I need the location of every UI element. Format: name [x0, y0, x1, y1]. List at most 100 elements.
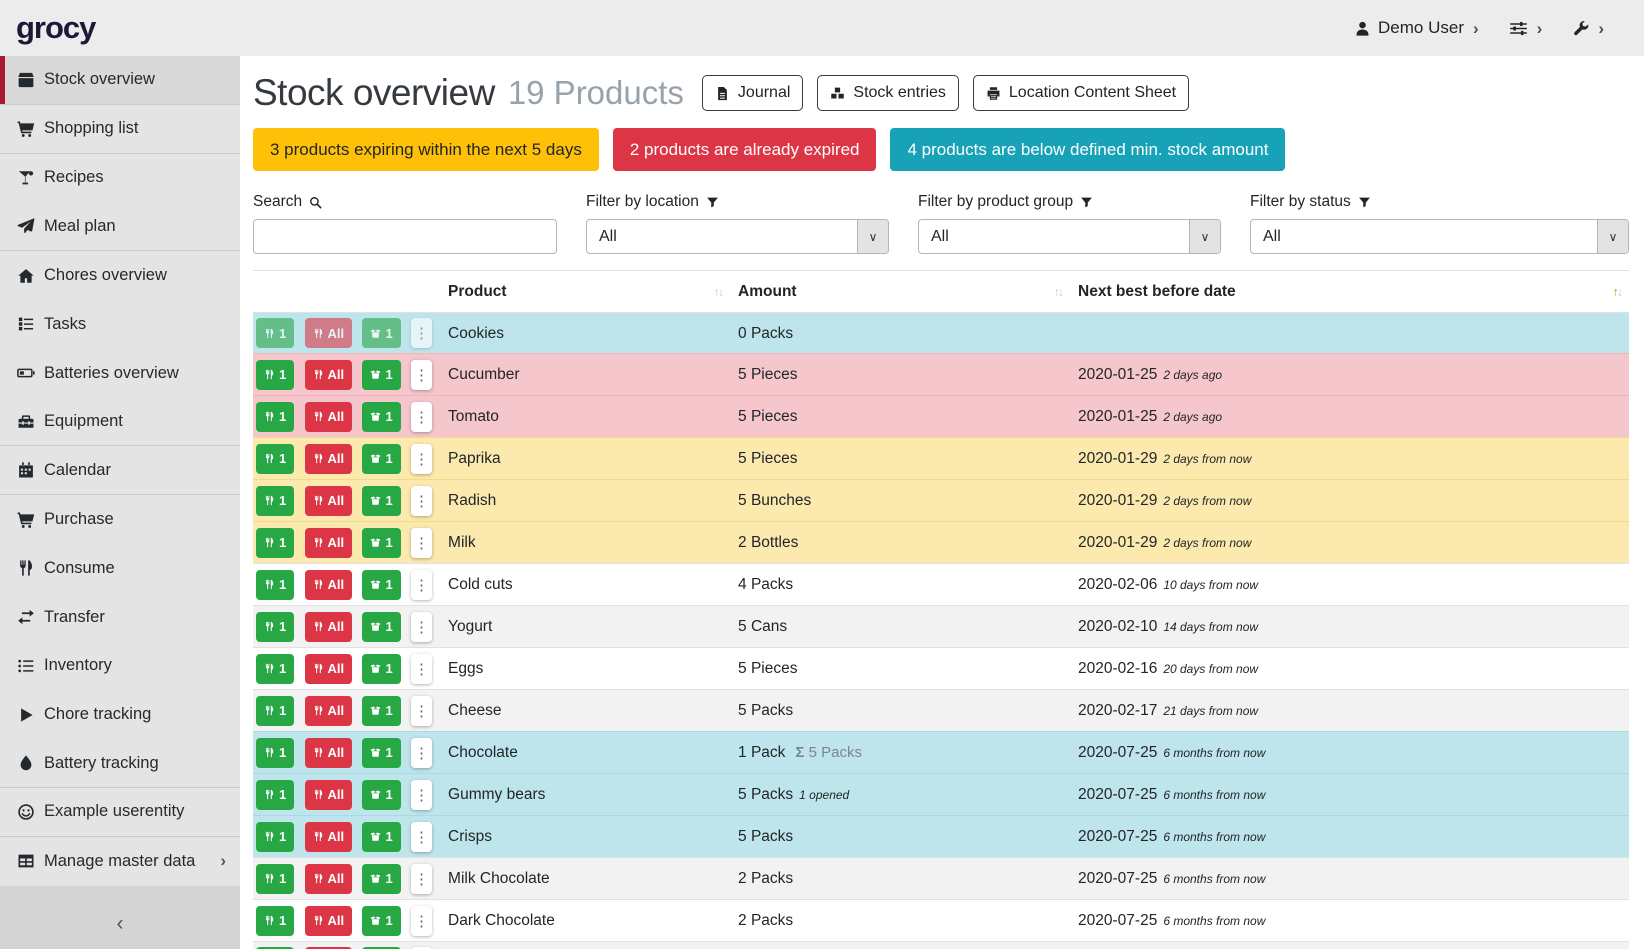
app-logo[interactable]: grocy: [16, 10, 95, 46]
row-menu-button[interactable]: ⋮: [411, 696, 432, 726]
row-menu-button[interactable]: ⋮: [411, 738, 432, 768]
sidebar-item-tasks[interactable]: Tasks: [0, 300, 240, 349]
row-menu-button[interactable]: ⋮: [411, 780, 432, 810]
row-menu-button[interactable]: ⋮: [411, 486, 432, 516]
row-menu-button[interactable]: ⋮: [411, 822, 432, 852]
search-filter: Search: [253, 193, 557, 254]
below-min-stock-banner[interactable]: 4 products are below defined min. stock …: [890, 128, 1285, 171]
open-one-button[interactable]: 1: [362, 318, 400, 348]
row-menu-button[interactable]: ⋮: [411, 528, 432, 558]
consume-one-button[interactable]: 1: [256, 318, 294, 348]
settings-menu[interactable]: ›: [1509, 19, 1543, 38]
consume-one-button[interactable]: 1: [256, 402, 294, 432]
sidebar-item-chores-overview[interactable]: Chores overview: [0, 251, 240, 300]
open-one-button[interactable]: 1: [362, 444, 400, 474]
product-cell: Chocolate: [440, 732, 730, 774]
search-input[interactable]: [253, 219, 557, 254]
consume-all-button[interactable]: All: [305, 654, 353, 684]
consume-one-button[interactable]: 1: [256, 906, 294, 936]
location-content-sheet-button[interactable]: Location Content Sheet: [973, 75, 1189, 111]
open-one-button[interactable]: 1: [362, 486, 400, 516]
open-one-button[interactable]: 1: [362, 612, 400, 642]
stock-entries-button[interactable]: Stock entries: [817, 75, 958, 111]
open-one-button[interactable]: 1: [362, 906, 400, 936]
consume-all-button[interactable]: All: [305, 864, 353, 894]
consume-all-button[interactable]: All: [305, 612, 353, 642]
consume-all-button[interactable]: All: [305, 360, 353, 390]
consume-all-button[interactable]: All: [305, 402, 353, 432]
sidebar-item-inventory[interactable]: Inventory: [0, 642, 240, 691]
row-menu-button[interactable]: ⋮: [411, 570, 432, 600]
sidebar-item-battery-tracking[interactable]: Battery tracking: [0, 739, 240, 788]
sidebar-item-purchase[interactable]: Purchase: [0, 495, 240, 544]
stock-table-body: 1 All 1 ⋮ Cookie: [253, 313, 1629, 949]
row-menu-button[interactable]: ⋮: [411, 612, 432, 642]
row-menu-button[interactable]: ⋮: [411, 402, 432, 432]
product-column-header[interactable]: Product ↑↓: [440, 271, 730, 313]
consume-all-button[interactable]: All: [305, 822, 353, 852]
consume-one-button[interactable]: 1: [256, 864, 294, 894]
amount-value: 5 Pieces: [738, 660, 797, 677]
open-one-button[interactable]: 1: [362, 528, 400, 558]
consume-all-button[interactable]: All: [305, 738, 353, 768]
open-one-button[interactable]: 1: [362, 570, 400, 600]
journal-button[interactable]: Journal: [702, 75, 803, 111]
sidebar-item-meal-plan[interactable]: Meal plan: [0, 202, 240, 251]
expired-products-banner[interactable]: 2 products are already expired: [613, 128, 877, 171]
consume-all-button[interactable]: All: [305, 696, 353, 726]
consume-one-button[interactable]: 1: [256, 822, 294, 852]
sidebar-item-manage-master-data[interactable]: Manage master data ›: [0, 837, 240, 886]
sidebar-item-calendar[interactable]: Calendar: [0, 446, 240, 495]
consume-one-button[interactable]: 1: [256, 696, 294, 726]
date-column-header[interactable]: Next best before date ↑↓: [1070, 271, 1629, 313]
open-one-button[interactable]: 1: [362, 696, 400, 726]
row-menu-button[interactable]: ⋮: [411, 318, 432, 348]
consume-one-button[interactable]: 1: [256, 570, 294, 600]
location-select[interactable]: All ∨: [586, 219, 889, 254]
sidebar-item-shopping-list[interactable]: Shopping list: [0, 105, 240, 154]
user-menu[interactable]: Demo User ›: [1354, 18, 1479, 38]
expiring-products-banner[interactable]: 3 products expiring within the next 5 da…: [253, 128, 599, 171]
open-one-button[interactable]: 1: [362, 738, 400, 768]
sidebar-collapse-button[interactable]: ‹: [0, 886, 240, 949]
row-menu-button[interactable]: ⋮: [411, 864, 432, 894]
consume-all-button[interactable]: All: [305, 780, 353, 810]
sidebar-item-chore-tracking[interactable]: Chore tracking: [0, 690, 240, 739]
open-one-button[interactable]: 1: [362, 864, 400, 894]
consume-all-button[interactable]: All: [305, 528, 353, 558]
consume-one-button[interactable]: 1: [256, 528, 294, 558]
consume-all-button[interactable]: All: [305, 486, 353, 516]
sidebar-item-recipes[interactable]: Recipes: [0, 154, 240, 203]
row-menu-button[interactable]: ⋮: [411, 360, 432, 390]
open-one-button[interactable]: 1: [362, 360, 400, 390]
consume-one-button[interactable]: 1: [256, 360, 294, 390]
sidebar-item-equipment[interactable]: Equipment: [0, 398, 240, 447]
consume-all-button[interactable]: All: [305, 444, 353, 474]
row-menu-button[interactable]: ⋮: [411, 654, 432, 684]
amount-column-header[interactable]: Amount ↑↓: [730, 271, 1070, 313]
consume-one-button[interactable]: 1: [256, 654, 294, 684]
consume-one-button[interactable]: 1: [256, 612, 294, 642]
sidebar-item-example-userentity[interactable]: Example userentity: [0, 788, 240, 837]
consume-all-button[interactable]: All: [305, 318, 353, 348]
row-menu-button[interactable]: ⋮: [411, 906, 432, 936]
admin-menu[interactable]: ›: [1572, 20, 1604, 37]
sidebar-item-transfer[interactable]: Transfer: [0, 593, 240, 642]
consume-one-button[interactable]: 1: [256, 486, 294, 516]
consume-one-button[interactable]: 1: [256, 444, 294, 474]
consume-one-button[interactable]: 1: [256, 738, 294, 768]
open-one-button[interactable]: 1: [362, 654, 400, 684]
row-menu-button[interactable]: ⋮: [411, 444, 432, 474]
sidebar-item-stock-overview[interactable]: Stock overview: [0, 56, 240, 105]
product-group-select[interactable]: All ∨: [918, 219, 1221, 254]
sort-icon-active: ↑↓: [1613, 285, 1622, 299]
consume-one-button[interactable]: 1: [256, 780, 294, 810]
open-one-button[interactable]: 1: [362, 822, 400, 852]
open-one-button[interactable]: 1: [362, 402, 400, 432]
sidebar-item-batteries-overview[interactable]: Batteries overview: [0, 349, 240, 398]
open-one-button[interactable]: 1: [362, 780, 400, 810]
consume-all-button[interactable]: All: [305, 906, 353, 936]
consume-all-button[interactable]: All: [305, 570, 353, 600]
sidebar-item-consume[interactable]: Consume: [0, 544, 240, 593]
status-select[interactable]: All ∨: [1250, 219, 1629, 254]
